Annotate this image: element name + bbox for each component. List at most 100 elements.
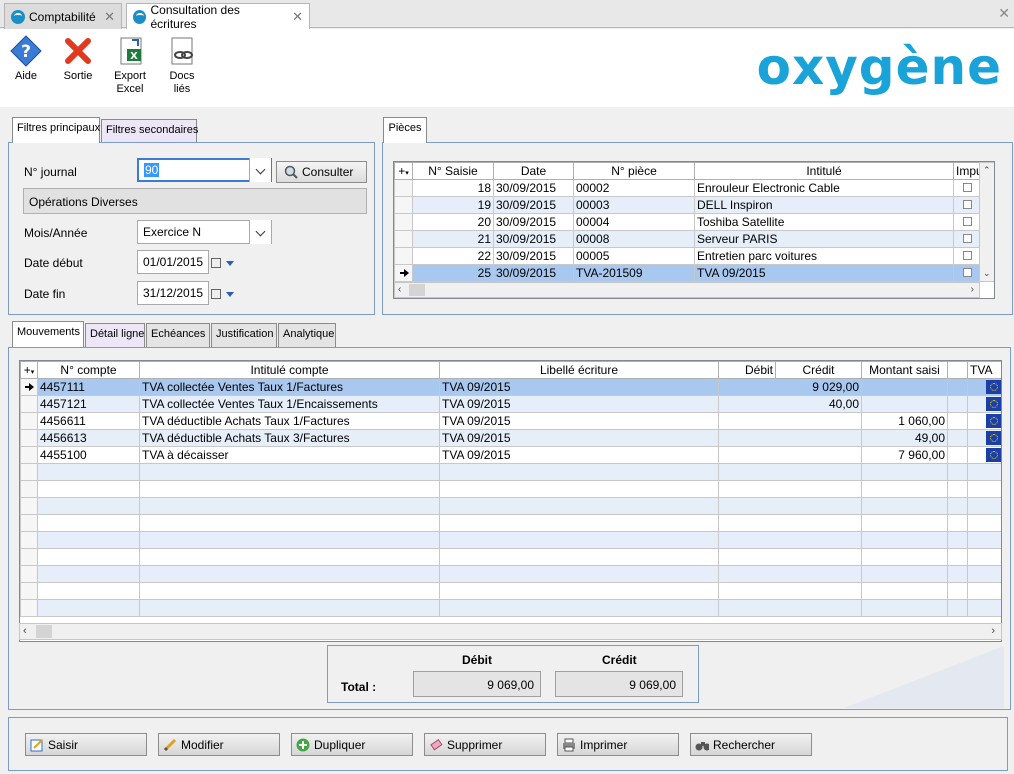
checkbox[interactable] <box>962 251 972 260</box>
tab-pieces[interactable]: Pièces <box>383 117 427 143</box>
col-header-montant-saisi[interactable]: Montant saisi <box>861 361 948 379</box>
imprimer-button[interactable]: Imprimer <box>557 733 679 756</box>
vertical-scrollbar[interactable]: ⌃ ⌄ <box>979 162 994 282</box>
col-header-saisie[interactable]: N° Saisie <box>412 162 494 180</box>
chevron-right-icon[interactable]: › <box>971 284 974 295</box>
mouvements-grid: +▾ N° compte Intitulé compte Libellé écr… <box>19 360 1002 642</box>
dupliquer-button[interactable]: Dupliquer <box>291 733 413 756</box>
modifier-button[interactable]: Modifier <box>158 733 280 756</box>
horizontal-scrollbar[interactable]: ‹ › <box>19 623 1002 640</box>
col-header-piece[interactable]: N° pièce <box>573 162 695 180</box>
scroll-thumb[interactable] <box>409 284 425 296</box>
table-row[interactable]: 4457121 TVA collectée Ventes Taux 1/Encai… <box>20 395 1001 413</box>
tab-detail-ligne[interactable]: Détail ligne <box>85 323 145 347</box>
chevron-right-icon[interactable]: › <box>991 625 995 637</box>
chevron-left-icon[interactable]: ‹ <box>23 625 27 637</box>
dropdown-caret-icon[interactable] <box>226 292 234 297</box>
chevron-left-icon[interactable]: ‹ <box>398 284 401 295</box>
sortie-button[interactable]: Sortie <box>56 35 100 83</box>
col-header-compte[interactable]: N° compte <box>37 361 140 379</box>
supprimer-button[interactable]: Supprimer <box>424 733 546 756</box>
eu-flag-icon <box>986 380 1001 395</box>
col-header-date[interactable]: Date <box>493 162 574 180</box>
tab-justification[interactable]: Justification <box>211 323 277 347</box>
close-icon[interactable]: ✕ <box>284 9 303 25</box>
empty-row[interactable] <box>20 582 1001 600</box>
tab-analytique[interactable]: Analytique <box>278 323 336 347</box>
col-header-tva[interactable]: TVA <box>967 361 1001 379</box>
table-row-selected[interactable]: 25 30/09/2015 TVA-201509 TVA 09/2015 <box>394 264 981 282</box>
consulter-button[interactable]: Consulter <box>276 161 367 183</box>
total-credit-header: Crédit <box>602 653 637 667</box>
checkbox[interactable] <box>962 268 972 277</box>
col-header-debit[interactable]: Débit <box>718 361 776 379</box>
tab-comptabilite[interactable]: Comptabilité ✕ <box>4 3 122 29</box>
calendar-icon[interactable] <box>211 289 221 299</box>
table-row[interactable]: 18 30/09/2015 00002 Enrouleur Electronic Ca… <box>394 179 981 197</box>
chevron-down-icon[interactable] <box>249 158 271 182</box>
saisir-button[interactable]: Saisir <box>25 733 147 756</box>
filters-panel: N° journal 90 Consulter Opérations Diver… <box>8 142 375 315</box>
window-close-icon[interactable]: ✕ <box>998 5 1010 22</box>
col-header-intitule[interactable]: Intitulé <box>694 162 954 180</box>
empty-row[interactable] <box>20 599 1001 617</box>
checkbox[interactable] <box>962 217 972 226</box>
svg-text:?: ? <box>21 42 31 62</box>
chevron-down-icon[interactable]: ⌄ <box>983 268 991 279</box>
date-fin-label: Date fin <box>24 287 66 301</box>
empty-row[interactable] <box>20 514 1001 532</box>
rechercher-button[interactable]: Rechercher <box>690 733 812 756</box>
column-chooser-icon[interactable]: +▾ <box>394 162 413 180</box>
date-debut-label: Date début <box>24 256 83 270</box>
col-header-impu[interactable]: Impu <box>953 162 981 180</box>
tab-mouvements[interactable]: Mouvements <box>12 321 84 347</box>
chevron-up-icon[interactable]: ⌃ <box>983 165 991 176</box>
date-fin-input[interactable]: 31/12/2015 <box>137 281 209 305</box>
tab-filtres-secondaires[interactable]: Filtres secondaires <box>101 119 198 143</box>
table-row[interactable]: 4455100 TVA à décaisser TVA 09/2015 7 960,0… <box>20 446 1001 464</box>
table-row[interactable]: 22 30/09/2015 00005 Entretien parc voitures <box>394 247 981 265</box>
dropdown-caret-icon[interactable] <box>226 261 234 266</box>
empty-row[interactable] <box>20 497 1001 515</box>
table-row[interactable]: 21 30/09/2015 00008 Serveur PARIS <box>394 230 981 248</box>
tab-consultation-label: Consultation des écritures <box>150 3 240 31</box>
empty-row[interactable] <box>20 463 1001 481</box>
col-header-credit[interactable]: Crédit <box>775 361 862 379</box>
mois-annee-select[interactable]: Exercice N <box>137 220 272 244</box>
col-header-intitule-compte[interactable]: Intitulé compte <box>139 361 440 379</box>
table-row[interactable]: 4456611 TVA déductible Achats Taux 1/Fact… <box>20 412 1001 430</box>
chevron-down-icon[interactable] <box>249 220 271 244</box>
aide-button[interactable]: ? Aide <box>4 35 48 83</box>
scroll-thumb[interactable] <box>36 625 52 638</box>
decorative-corner-shape <box>844 646 1004 708</box>
close-icon[interactable]: ✕ <box>96 9 115 25</box>
edit-form-icon <box>30 738 43 751</box>
empty-row[interactable] <box>20 565 1001 583</box>
export-excel-button[interactable]: X Export Excel <box>108 35 152 96</box>
checkbox[interactable] <box>962 183 972 192</box>
oxygene-palm-icon <box>133 10 147 24</box>
tab-echeances[interactable]: Echéances <box>146 323 210 347</box>
table-row[interactable]: 20 30/09/2015 00004 Toshiba Satellite <box>394 213 981 231</box>
journal-input[interactable]: 90 <box>137 158 272 182</box>
checkbox[interactable] <box>962 200 972 209</box>
docs-lies-button[interactable]: Docs liés <box>160 35 204 96</box>
checkbox[interactable] <box>962 234 972 243</box>
empty-row[interactable] <box>20 548 1001 566</box>
tab-filtres-principaux[interactable]: Filtres principaux <box>12 117 100 143</box>
col-header-devise[interactable] <box>947 361 968 379</box>
column-chooser-icon[interactable]: +▾ <box>20 361 38 379</box>
eraser-icon <box>430 738 443 750</box>
horizontal-scrollbar[interactable]: ‹ › <box>394 282 980 298</box>
oxygene-logo: oxygène <box>756 38 1002 96</box>
empty-row[interactable] <box>20 480 1001 498</box>
eu-flag-icon <box>986 448 1001 463</box>
table-row[interactable]: 19 30/09/2015 00003 DELL Inspiron <box>394 196 981 214</box>
date-debut-input[interactable]: 01/01/2015 <box>137 250 209 274</box>
calendar-icon[interactable] <box>211 258 221 268</box>
table-row-selected[interactable]: 4457111 TVA collectée Ventes Taux 1/Factu… <box>20 378 1001 396</box>
empty-row[interactable] <box>20 531 1001 549</box>
table-row[interactable]: 4456613 TVA déductible Achats Taux 3/Fact… <box>20 429 1001 447</box>
tab-consultation-ecritures[interactable]: Consultation des écritures ✕ <box>126 3 310 31</box>
col-header-libelle[interactable]: Libellé écriture <box>439 361 719 379</box>
